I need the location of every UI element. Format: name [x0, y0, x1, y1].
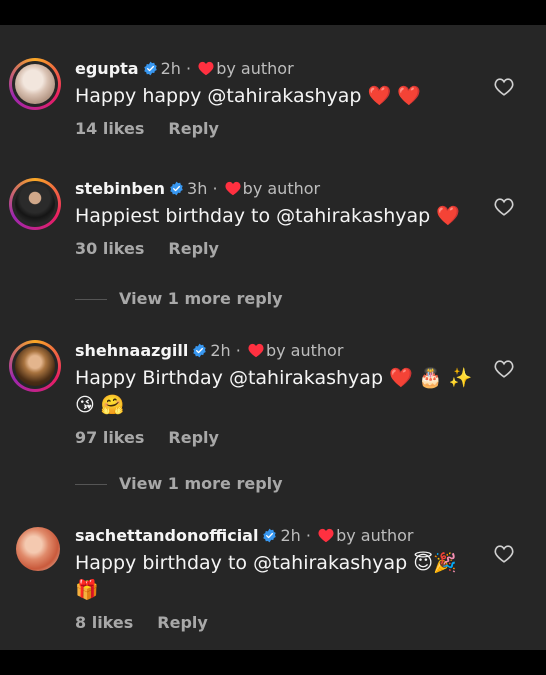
gift-emoji: 🎁 — [75, 579, 99, 601]
liked-by-author-label: by author — [216, 59, 294, 78]
liked-by-author-label: by author — [242, 179, 321, 198]
reply-button[interactable]: Reply — [168, 119, 219, 138]
heart-emoji: ❤️ — [367, 85, 392, 107]
avatar[interactable] — [9, 178, 61, 230]
comment-time: 2h — [280, 526, 301, 545]
heart-emoji: ❤️ — [389, 367, 413, 389]
heart-emoji: ❤️ — [436, 205, 460, 227]
reply-button[interactable]: Reply — [157, 613, 208, 632]
likes-count[interactable]: 8 likes — [75, 613, 133, 632]
cake-emoji: 🎂 — [418, 367, 443, 389]
like-heart-icon[interactable] — [494, 198, 514, 216]
verified-badge-icon — [193, 343, 207, 358]
like-heart-icon[interactable] — [494, 78, 514, 96]
avatar[interactable] — [9, 58, 61, 110]
verified-badge-icon — [263, 528, 277, 543]
comments-panel: egupta 2h · by author Happy happy @tahira… — [0, 25, 546, 650]
separator: · — [186, 59, 192, 78]
separator: · — [305, 526, 311, 545]
username[interactable]: sachettandonofficial — [75, 526, 258, 545]
comment-time: 3h — [187, 179, 208, 198]
comment-text: Happy birthday to @tahirakashyap 😇🎉 🎁 — [75, 552, 457, 601]
author-heart-icon — [318, 528, 334, 543]
divider-line — [75, 299, 107, 300]
likes-count[interactable]: 14 likes — [75, 119, 144, 138]
separator: · — [212, 179, 218, 198]
username[interactable]: egupta — [75, 59, 139, 78]
author-heart-icon — [225, 181, 241, 196]
liked-by-author-label: by author — [336, 526, 414, 545]
comment-time: 2h — [160, 59, 181, 78]
avatar[interactable] — [14, 525, 62, 573]
avatar[interactable] — [9, 340, 61, 392]
reply-button[interactable]: Reply — [168, 428, 219, 447]
reply-button[interactable]: Reply — [168, 239, 219, 258]
halo-emoji: 😇 — [413, 552, 434, 574]
hug-emoji: 🤗 — [100, 394, 125, 416]
author-heart-icon — [198, 61, 214, 76]
liked-by-author-label: by author — [265, 341, 344, 360]
author-heart-icon — [248, 343, 264, 358]
view-more-replies[interactable]: View 1 more reply — [75, 289, 283, 308]
sparkles-emoji: ✨ — [448, 367, 473, 389]
kiss-emoji: 😘 — [75, 394, 95, 416]
likes-count[interactable]: 30 likes — [75, 239, 144, 258]
view-more-replies[interactable]: View 1 more reply — [75, 474, 283, 493]
divider-line — [75, 484, 107, 485]
party-popper-emoji: 🎉 — [433, 552, 457, 574]
comment-text: Happiest birthday to @tahirakashyap ❤️ — [75, 205, 460, 227]
username[interactable]: shehnaazgill — [75, 341, 188, 360]
likes-count[interactable]: 97 likes — [75, 428, 144, 447]
like-heart-icon[interactable] — [494, 360, 514, 378]
comment-time: 2h — [210, 341, 231, 360]
comment-text: Happy Birthday @tahirakashyap ❤️ 🎂 ✨ 😘 🤗 — [75, 367, 473, 416]
like-heart-icon[interactable] — [494, 545, 514, 563]
comment-text: Happy happy @tahirakashyap ❤️ ❤️ — [75, 85, 421, 107]
heart-emoji: ❤️ — [397, 85, 421, 107]
verified-badge-icon — [170, 181, 183, 196]
separator: · — [235, 341, 241, 360]
username[interactable]: stebinben — [75, 179, 165, 198]
verified-badge-icon — [143, 61, 157, 76]
